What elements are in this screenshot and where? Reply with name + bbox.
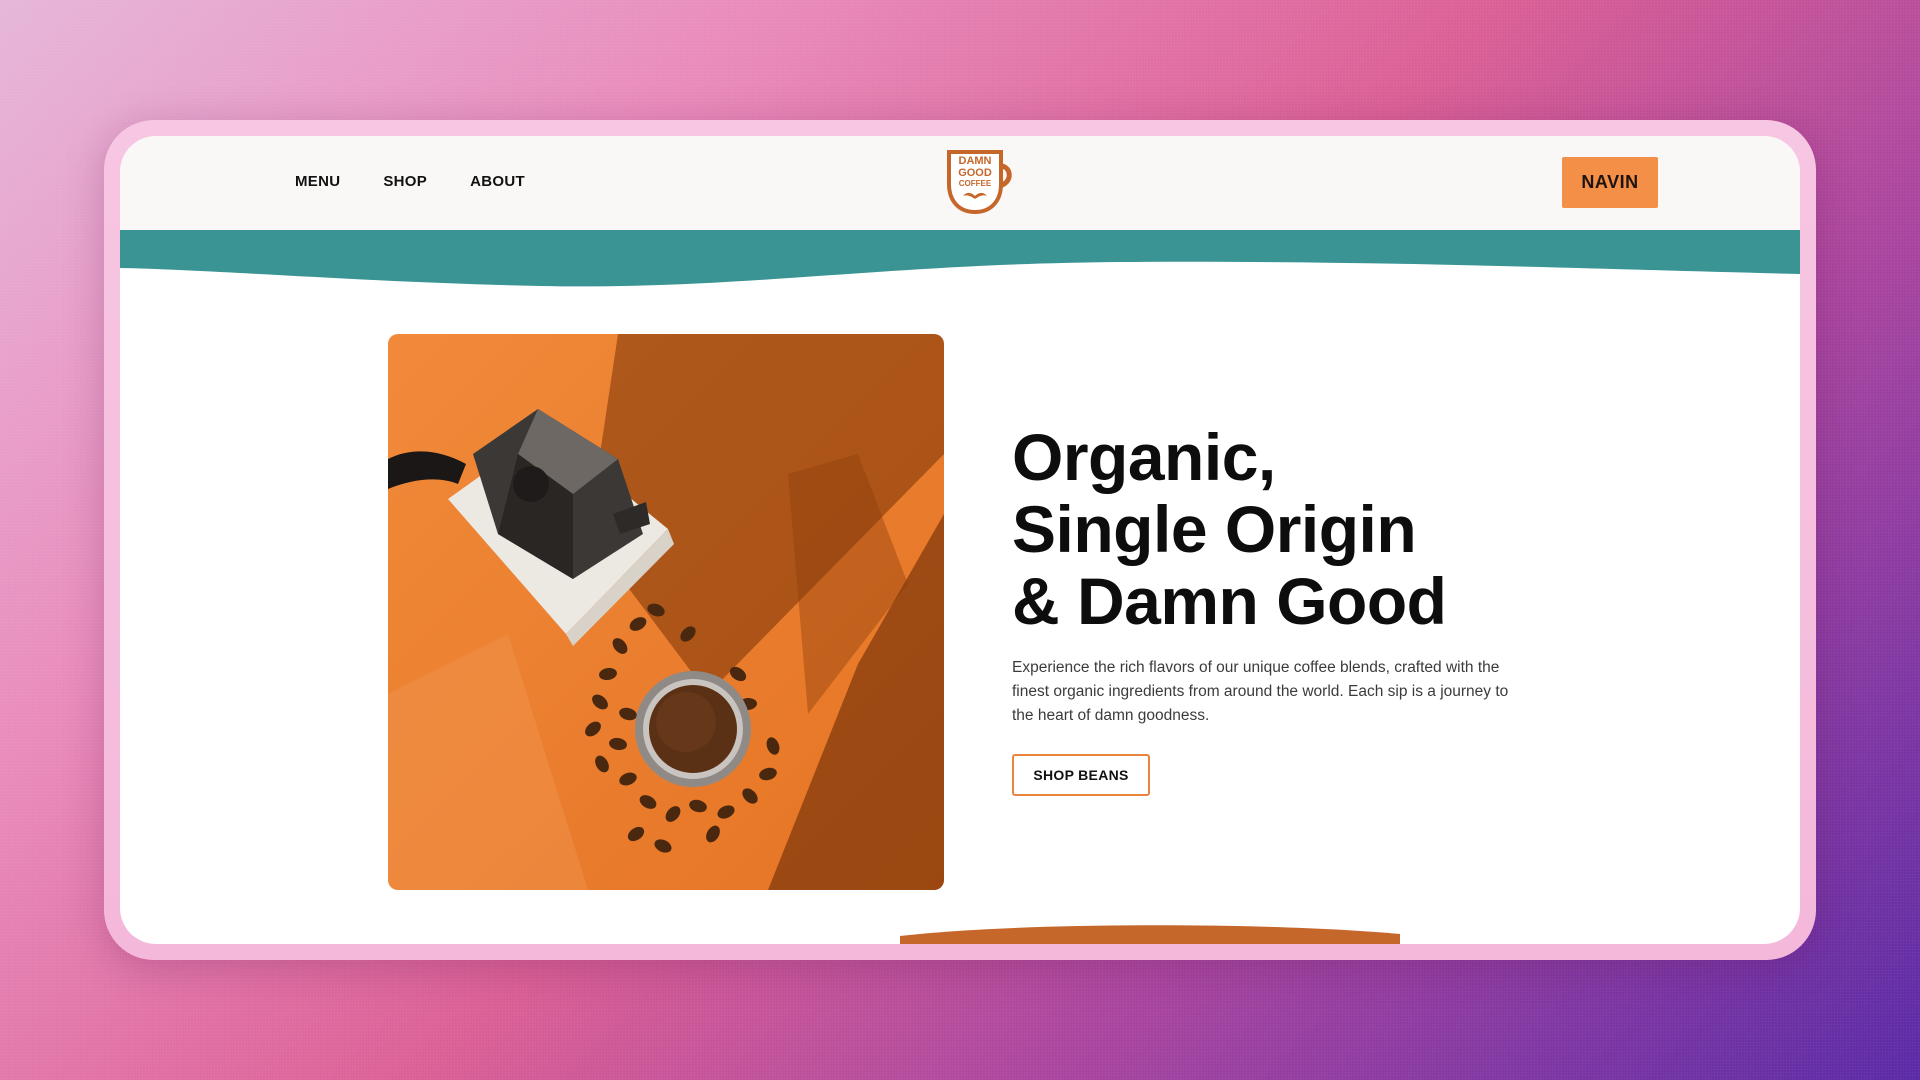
shop-beans-button[interactable]: SHOP BEANS xyxy=(1012,754,1150,796)
brand-logo[interactable]: DAMN GOOD COFFEE xyxy=(946,148,1016,215)
user-account-button[interactable]: NAVIN xyxy=(1562,157,1658,208)
site-header: MENU SHOP ABOUT DAMN GOOD COFFEE NAVIN xyxy=(120,136,1800,230)
browser-frame: MENU SHOP ABOUT DAMN GOOD COFFEE NAVIN O… xyxy=(104,120,1816,960)
hero-headline: Organic, Single Origin & Damn Good xyxy=(1012,421,1572,637)
website-window: MENU SHOP ABOUT DAMN GOOD COFFEE NAVIN O… xyxy=(120,136,1800,944)
nav-shop-link[interactable]: SHOP xyxy=(383,173,427,190)
nav-menu-link[interactable]: MENU xyxy=(295,173,340,190)
logo-text-line-3: COFFEE xyxy=(959,179,992,188)
headline-line-3: & Damn Good xyxy=(1012,564,1447,638)
logo-text-line-1: DAMN xyxy=(959,155,992,167)
main-nav: MENU SHOP ABOUT xyxy=(295,173,525,190)
hero-coffee-photo xyxy=(388,334,944,890)
nav-about-link[interactable]: ABOUT xyxy=(470,173,525,190)
teal-wave-divider xyxy=(120,230,1800,287)
headline-line-2: Single Origin xyxy=(1012,492,1417,566)
orange-wave-divider xyxy=(900,925,1400,944)
coffee-mug-logo-icon: DAMN GOOD COFFEE xyxy=(947,150,1012,215)
moka-pot-and-beans-image xyxy=(388,334,944,890)
headline-line-1: Organic, xyxy=(1012,420,1276,494)
hero-description: Experience the rich flavors of our uniqu… xyxy=(1012,659,1509,724)
logo-text-line-2: GOOD xyxy=(958,167,992,179)
